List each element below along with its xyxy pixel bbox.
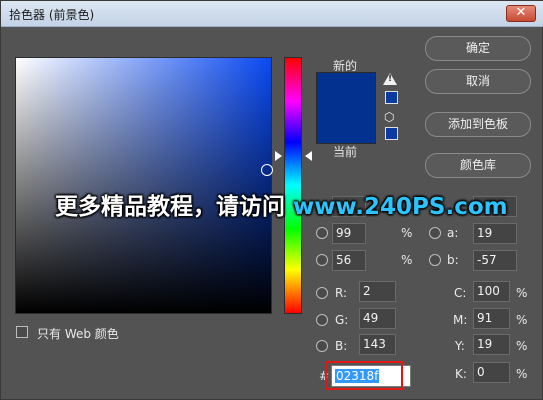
hex-highlight-box xyxy=(325,361,403,390)
window-title: 拾色器 (前景色) xyxy=(9,8,95,22)
saturation-radio[interactable] xyxy=(316,227,328,239)
yellow-label: Y: xyxy=(455,339,465,353)
lab-a-radio[interactable] xyxy=(429,227,441,239)
saturation-input[interactable]: 99 xyxy=(332,223,366,244)
ok-button[interactable]: 确定 xyxy=(425,36,531,61)
new-color-swatch xyxy=(316,72,376,144)
saturation-brightness-field[interactable] xyxy=(15,57,272,314)
add-to-swatches-button[interactable]: 添加到色板 xyxy=(425,112,531,137)
watermark-url: www.240PS.com xyxy=(293,194,508,220)
lab-b-radio[interactable] xyxy=(429,254,441,266)
black-label: K: xyxy=(455,367,467,381)
gamut-correction-swatch[interactable] xyxy=(385,91,398,104)
watermark-text: 更多精品教程，请访问 xyxy=(55,194,294,220)
green-radio[interactable] xyxy=(316,314,328,326)
blue-radio[interactable] xyxy=(316,340,328,352)
cyan-input[interactable]: 100 xyxy=(473,281,510,302)
title-bar: 拾色器 (前景色) ✕ xyxy=(1,1,543,27)
cyan-label: C: xyxy=(454,286,467,300)
close-button[interactable]: ✕ xyxy=(506,5,536,22)
lab-a-label: a: xyxy=(447,226,459,240)
magenta-input[interactable]: 91 xyxy=(473,308,510,329)
yellow-unit: % xyxy=(516,339,528,353)
black-unit: % xyxy=(516,367,528,381)
lab-b-input[interactable]: -57 xyxy=(473,250,517,271)
green-input[interactable]: 49 xyxy=(359,308,396,329)
current-color-label: 当前 xyxy=(333,145,358,159)
magenta-unit: % xyxy=(516,313,528,327)
lab-a-input[interactable]: 19 xyxy=(473,223,517,244)
magenta-label: M: xyxy=(453,313,468,327)
brightness-unit: % xyxy=(401,253,413,267)
blue-input[interactable]: 143 xyxy=(359,334,396,355)
saturation-unit: % xyxy=(401,226,413,240)
black-input[interactable]: 0 xyxy=(473,362,510,383)
color-libraries-button[interactable]: 颜色库 xyxy=(425,153,531,178)
hue-slider[interactable] xyxy=(284,57,302,314)
color-picker-dialog: 拾色器 (前景色) ✕ 新的 当前 ! ⬡ 确定 取消 添加到色板 颜色库 S:… xyxy=(0,0,543,400)
red-input[interactable]: 2 xyxy=(359,281,396,302)
red-label: R: xyxy=(335,286,348,300)
watermark-overlay: 更多精品教程，请访问 www.240PS.com xyxy=(55,187,508,221)
brightness-input[interactable]: 56 xyxy=(332,250,366,271)
blue-label: B: xyxy=(335,339,348,353)
web-safe-swatch[interactable] xyxy=(385,127,398,140)
green-label: G: xyxy=(335,313,349,327)
web-colors-only-checkbox[interactable] xyxy=(16,326,28,338)
web-safe-cube-icon[interactable]: ⬡ xyxy=(384,111,396,123)
color-field-cursor[interactable] xyxy=(261,164,273,176)
web-colors-only-label: 只有 Web 颜色 xyxy=(37,327,119,341)
hue-slider-left-handle[interactable] xyxy=(275,151,282,161)
yellow-input[interactable]: 19 xyxy=(473,334,510,355)
cyan-unit: % xyxy=(516,286,528,300)
brightness-radio[interactable] xyxy=(316,254,328,266)
red-radio[interactable] xyxy=(316,287,328,299)
hue-slider-right-handle[interactable] xyxy=(305,151,312,161)
lab-b-label: b: xyxy=(447,253,459,267)
cancel-button[interactable]: 取消 xyxy=(425,69,531,94)
out-of-gamut-warning-icon[interactable]: ! xyxy=(383,73,397,85)
